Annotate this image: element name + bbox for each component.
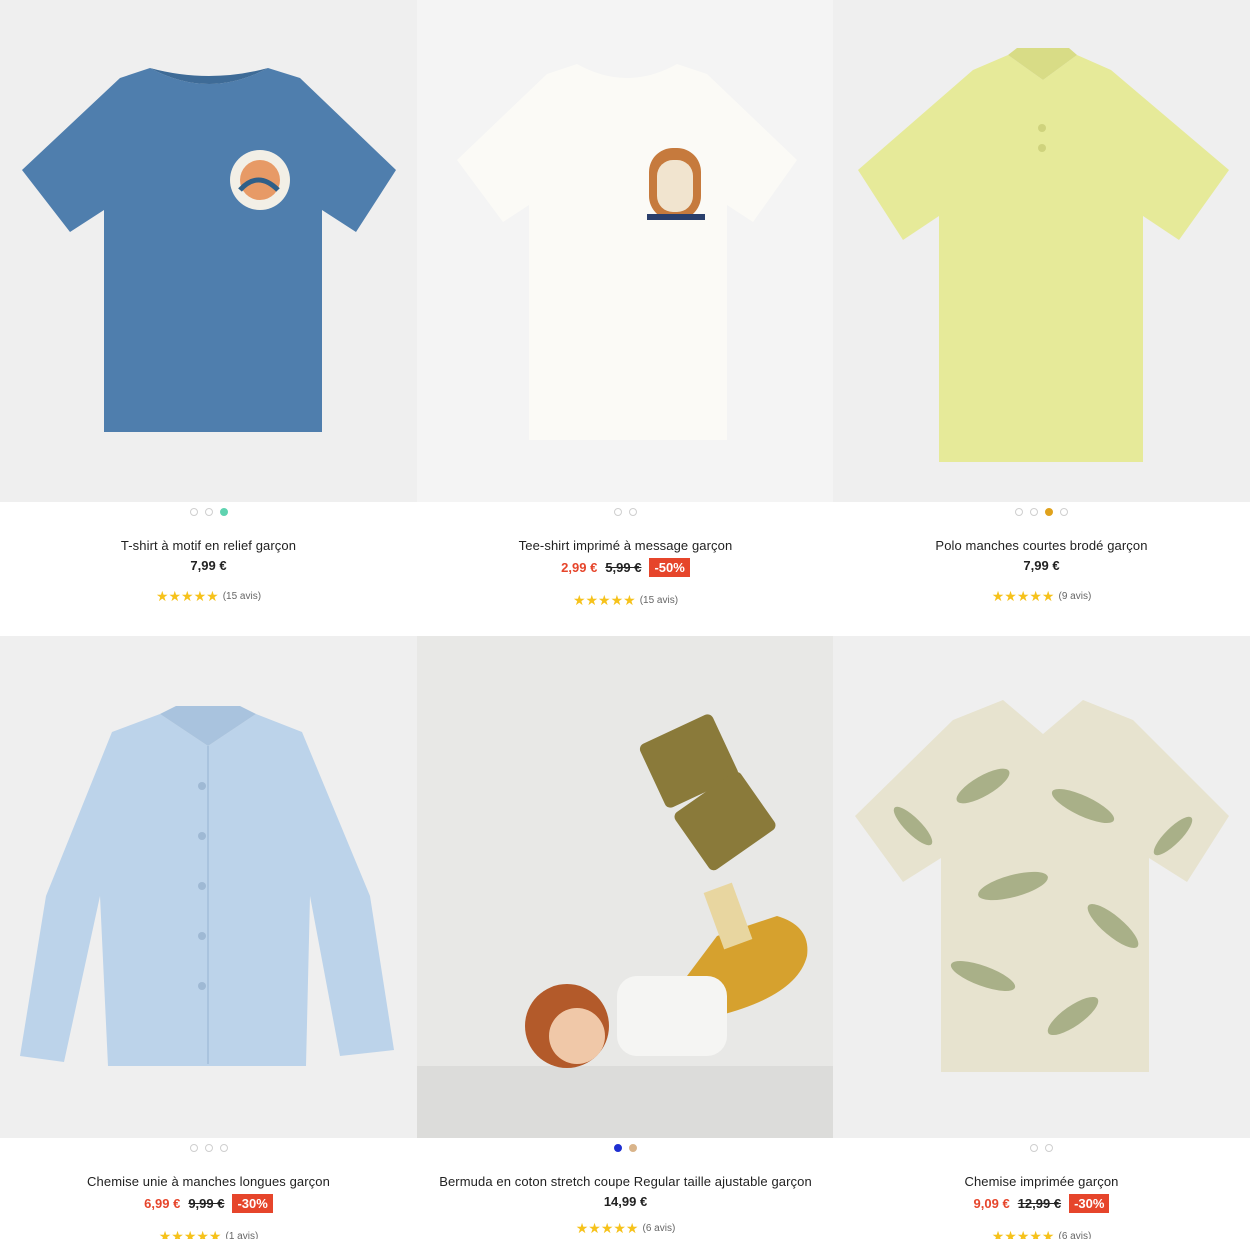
boy-bermuda-photo[interactable] [417, 636, 834, 1138]
product-card[interactable]: Chemise unie à manches longues garçon 6,… [0, 636, 417, 1239]
product-name[interactable]: T-shirt à motif en relief garçon [0, 538, 417, 553]
product-card[interactable]: Tee-shirt imprimé à message garçon 2,99 … [417, 0, 834, 607]
color-swatch[interactable] [1015, 508, 1023, 516]
color-swatch[interactable] [614, 508, 622, 516]
stars-icon: ★★★★★ [158, 1228, 222, 1239]
rating: ★★★★★ (1 avis) [0, 1229, 417, 1239]
color-swatches [0, 1143, 417, 1153]
color-swatch[interactable] [189, 508, 198, 516]
stars-icon: ★★★★★ [575, 1220, 639, 1236]
leaf-print-shirt-image[interactable] [833, 636, 1250, 1138]
price-row: 9,09 € 12,99 € -30% [833, 1194, 1250, 1213]
discount-badge: -30% [232, 1194, 273, 1213]
product-name[interactable]: Chemise unie à manches longues garçon [0, 1174, 417, 1189]
old-price: 5,99 € [605, 560, 642, 575]
color-swatches [833, 507, 1250, 517]
old-price: 9,99 € [188, 1196, 225, 1211]
price-row: 6,99 € 9,99 € -30% [0, 1194, 417, 1213]
color-swatches [417, 1143, 834, 1153]
sale-price: 6,99 € [144, 1196, 181, 1211]
color-swatch[interactable] [1030, 1144, 1038, 1152]
blue-tshirt-image[interactable] [0, 0, 417, 502]
boy-bermuda-illustration [417, 636, 834, 1138]
yellow-polo-illustration [833, 0, 1250, 502]
review-count[interactable]: (9 avis) [1058, 591, 1091, 602]
product-name[interactable]: Chemise imprimée garçon [833, 1174, 1250, 1189]
price-row: 7,99 € [0, 558, 417, 573]
old-price: 12,99 € [1017, 1196, 1062, 1211]
review-count[interactable]: (15 avis) [223, 591, 261, 602]
rating: ★★★★★ (6 avis) [417, 1221, 834, 1235]
color-swatch[interactable] [219, 1144, 228, 1152]
product-card[interactable]: T-shirt à motif en relief garçon 7,99 € … [0, 0, 417, 603]
stars-icon: ★★★★★ [572, 592, 636, 608]
light-blue-shirt-image[interactable] [0, 636, 417, 1138]
white-tshirt-illustration [417, 0, 834, 502]
product-card[interactable]: Polo manches courtes brodé garçon 7,99 €… [833, 0, 1250, 603]
color-swatch[interactable] [204, 1144, 213, 1152]
price-row: 7,99 € [833, 558, 1250, 573]
light-blue-shirt-illustration [0, 636, 417, 1138]
price-row: 2,99 € 5,99 € -50% [417, 558, 834, 577]
stars-icon: ★★★★★ [991, 588, 1055, 604]
color-swatch[interactable] [1045, 508, 1053, 516]
review-count[interactable]: (1 avis) [225, 1231, 258, 1239]
color-swatch[interactable] [1045, 1144, 1053, 1152]
product-grid: T-shirt à motif en relief garçon 7,99 € … [0, 0, 1250, 1239]
color-swatch[interactable] [629, 508, 637, 516]
leaf-shirt-illustration [833, 636, 1250, 1138]
yellow-polo-image[interactable] [833, 0, 1250, 502]
sale-price: 2,99 € [561, 560, 598, 575]
stars-icon: ★★★★★ [991, 1228, 1055, 1239]
color-swatch[interactable] [189, 1144, 198, 1152]
color-swatch[interactable] [629, 1144, 637, 1152]
product-name[interactable]: Bermuda en coton stretch coupe Regular t… [417, 1174, 834, 1189]
product-name[interactable]: Tee-shirt imprimé à message garçon [417, 538, 834, 553]
color-swatches [833, 1143, 1250, 1153]
rating: ★★★★★ (15 avis) [417, 593, 834, 607]
color-swatch[interactable] [614, 1144, 622, 1152]
rating: ★★★★★ (15 avis) [0, 589, 417, 603]
product-card[interactable]: Chemise imprimée garçon 9,09 € 12,99 € -… [833, 636, 1250, 1239]
color-swatches [417, 507, 834, 517]
price: 7,99 € [1023, 558, 1060, 573]
color-swatch[interactable] [204, 508, 213, 516]
color-swatch[interactable] [1060, 508, 1068, 516]
review-count[interactable]: (6 avis) [1058, 1231, 1091, 1239]
blue-tshirt-illustration [0, 0, 417, 502]
sale-price: 9,09 € [973, 1196, 1010, 1211]
review-count[interactable]: (6 avis) [642, 1223, 675, 1234]
rating: ★★★★★ (9 avis) [833, 589, 1250, 603]
stars-icon: ★★★★★ [155, 588, 219, 604]
price-row: 14,99 € [417, 1194, 834, 1209]
color-swatch[interactable] [219, 508, 228, 516]
product-card[interactable]: Bermuda en coton stretch coupe Regular t… [417, 636, 834, 1235]
price: 7,99 € [190, 558, 227, 573]
white-tshirt-tiger-image[interactable] [417, 0, 834, 502]
discount-badge: -30% [1069, 1194, 1110, 1213]
rating: ★★★★★ (6 avis) [833, 1229, 1250, 1239]
color-swatch[interactable] [1030, 508, 1038, 516]
review-count[interactable]: (15 avis) [640, 595, 678, 606]
discount-badge: -50% [649, 558, 690, 577]
color-swatches [0, 507, 417, 517]
price: 14,99 € [603, 1194, 648, 1209]
product-name[interactable]: Polo manches courtes brodé garçon [833, 538, 1250, 553]
